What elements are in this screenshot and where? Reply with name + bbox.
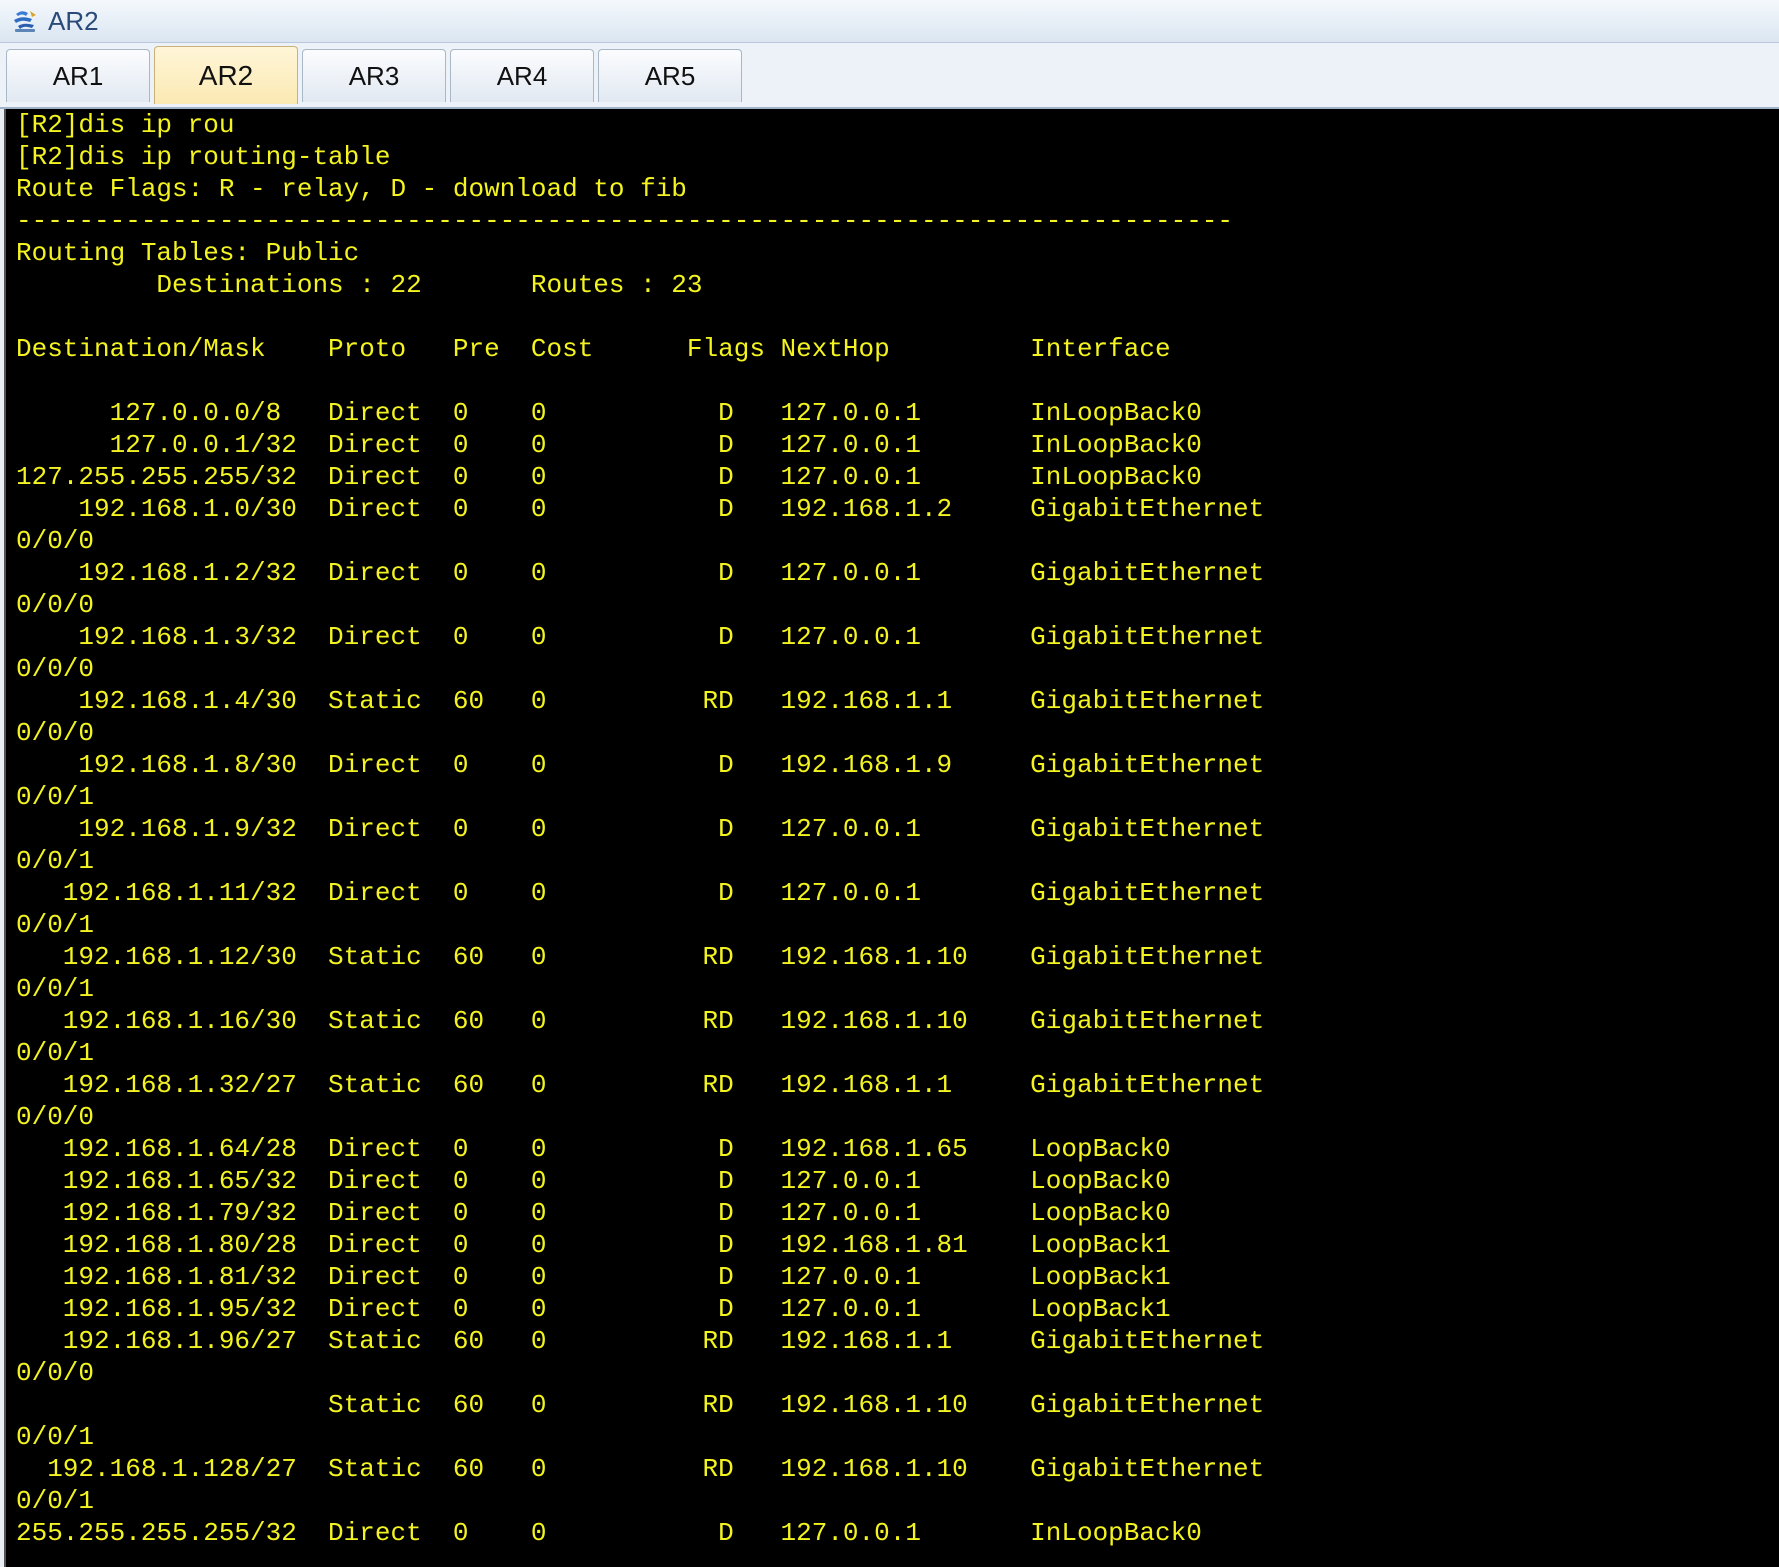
terminal-line: 0/0/1: [16, 846, 95, 876]
terminal-line: 192.168.1.81/32 Direct 0 0 D 127.0.0.1 L…: [16, 1262, 1171, 1292]
terminal-line: 192.168.1.95/32 Direct 0 0 D 127.0.0.1 L…: [16, 1294, 1171, 1324]
terminal-line: 192.168.1.79/32 Direct 0 0 D 127.0.0.1 L…: [16, 1198, 1171, 1228]
terminal-line: 0/0/0: [16, 590, 95, 620]
title-bar: AR2: [0, 0, 1779, 43]
terminal-line: 0/0/1: [16, 910, 95, 940]
tab-ar1[interactable]: AR1: [6, 49, 150, 102]
terminal-line: 192.168.1.8/30 Direct 0 0 D 192.168.1.9 …: [16, 750, 1265, 780]
terminal-line: Static 60 0 RD 192.168.1.10 GigabitEther…: [16, 1390, 1265, 1420]
tab-label: AR3: [348, 60, 400, 91]
terminal-line: 192.168.1.11/32 Direct 0 0 D 127.0.0.1 G…: [16, 878, 1265, 908]
terminal-window: AR2 AR1 AR2 AR3 AR4 AR5 [R2]dis ip rou [R…: [0, 0, 1779, 1567]
window-title: AR2: [48, 5, 99, 36]
terminal-line: 0/0/0: [16, 718, 95, 748]
terminal-line: Routing Tables: Public: [16, 238, 360, 268]
terminal-line: 192.168.1.80/28 Direct 0 0 D 192.168.1.8…: [16, 1230, 1171, 1260]
terminal-line: 0/0/0: [16, 1102, 95, 1132]
device-tab-bar: AR1 AR2 AR3 AR4 AR5: [0, 43, 1779, 109]
terminal-line: 0/0/0: [16, 1358, 95, 1388]
terminal-line: 192.168.1.32/27 Static 60 0 RD 192.168.1…: [16, 1070, 1265, 1100]
terminal-line: 192.168.1.0/30 Direct 0 0 D 192.168.1.2 …: [16, 494, 1265, 524]
terminal-line: Destinations : 22 Routes : 23: [16, 270, 703, 300]
terminal-line: 127.0.0.1/32 Direct 0 0 D 127.0.0.1 InLo…: [16, 430, 1202, 460]
terminal-line: 192.168.1.64/28 Direct 0 0 D 192.168.1.6…: [16, 1134, 1171, 1164]
terminal-output[interactable]: [R2]dis ip rou [R2]dis ip routing-table Ro…: [4, 109, 1779, 1567]
terminal-line: 0/0/0: [16, 654, 95, 684]
terminal-line: 192.168.1.3/32 Direct 0 0 D 127.0.0.1 Gi…: [16, 622, 1265, 652]
terminal-line: 0/0/1: [16, 782, 95, 812]
terminal-line: 192.168.1.12/30 Static 60 0 RD 192.168.1…: [16, 942, 1265, 972]
tab-ar4[interactable]: AR4: [450, 49, 594, 102]
terminal-line: [R2]dis ip rou: [16, 110, 235, 140]
terminal-line: 192.168.1.128/27 Static 60 0 RD 192.168.…: [16, 1454, 1265, 1484]
terminal-line: 255.255.255.255/32 Direct 0 0 D 127.0.0.…: [16, 1518, 1202, 1548]
tab-ar2[interactable]: AR2: [154, 46, 298, 104]
tab-ar5[interactable]: AR5: [598, 49, 742, 102]
terminal-line: Route Flags: R - relay, D - download to …: [16, 174, 687, 204]
terminal-line: 192.168.1.9/32 Direct 0 0 D 127.0.0.1 Gi…: [16, 814, 1265, 844]
router-app-icon: [14, 11, 36, 32]
terminal-line: 192.168.1.2/32 Direct 0 0 D 127.0.0.1 Gi…: [16, 558, 1265, 588]
terminal-line: Destination/Mask Proto Pre Cost Flags Ne…: [16, 334, 1171, 364]
terminal-line: 0/0/1: [16, 1038, 95, 1068]
terminal-line: 127.255.255.255/32 Direct 0 0 D 127.0.0.…: [16, 462, 1202, 492]
terminal-line: 0/0/0: [16, 526, 95, 556]
tab-label: AR5: [644, 60, 696, 91]
terminal-line: 0/0/1: [16, 1422, 95, 1452]
terminal-line: 192.168.1.65/32 Direct 0 0 D 127.0.0.1 L…: [16, 1166, 1171, 1196]
terminal-line: ----------------------------------------…: [16, 206, 1233, 236]
terminal-line: 0/0/1: [16, 974, 95, 1004]
terminal-line: 0/0/1: [16, 1486, 95, 1516]
tab-label: AR1: [52, 60, 104, 91]
tab-ar3[interactable]: AR3: [302, 49, 446, 102]
terminal-line: 127.0.0.0/8 Direct 0 0 D 127.0.0.1 InLoo…: [16, 398, 1202, 428]
tab-label: AR2: [198, 59, 254, 91]
terminal-line: 192.168.1.16/30 Static 60 0 RD 192.168.1…: [16, 1006, 1265, 1036]
terminal-line: 192.168.1.96/27 Static 60 0 RD 192.168.1…: [16, 1326, 1265, 1356]
terminal-line: [R2]dis ip routing-table: [16, 142, 391, 172]
tab-label: AR4: [496, 60, 548, 91]
terminal-line: 192.168.1.4/30 Static 60 0 RD 192.168.1.…: [16, 686, 1265, 716]
